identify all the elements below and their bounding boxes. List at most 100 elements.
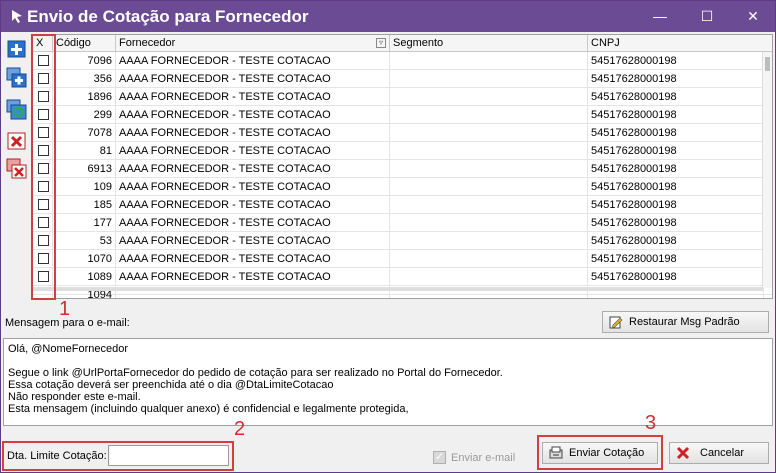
maximize-button[interactable]: ☐	[687, 1, 727, 32]
codigo-cell: 7096	[53, 52, 116, 70]
codigo-cell: 356	[53, 70, 116, 88]
message-line	[8, 355, 768, 367]
grid-header: X Código Fornecedor ▿ Segmento CNPJ	[33, 35, 772, 52]
cnpj-cell: 54517628000198	[588, 52, 764, 70]
title-bar[interactable]: Envio de Cotação para Fornecedor — ☐ ✕	[1, 1, 775, 32]
table-row[interactable]: 6913 AAAA FORNECEDOR - TESTE COTACAO 54517…	[33, 160, 772, 178]
codigo-cell: 53	[53, 232, 116, 250]
edit-document-icon	[609, 316, 623, 329]
fornecedor-cell: AAAA FORNECEDOR - TESTE COTACAO	[116, 250, 390, 268]
fornecedor-cell: AAAA FORNECEDOR - TESTE COTACAO	[116, 232, 390, 250]
restore-default-message-button[interactable]: Restaurar Msg Padrão	[602, 311, 769, 333]
table-row[interactable]: 7096 AAAA FORNECEDOR - TESTE COTACAO 54517…	[33, 52, 772, 70]
delete-all-icon[interactable]	[6, 158, 28, 180]
cancel-label: Cancelar	[700, 447, 745, 459]
fornecedor-cell: AAAA FORNECEDOR - TESTE COTACAO	[116, 124, 390, 142]
annotation-number-2: 2	[234, 418, 246, 440]
segmento-cell	[390, 214, 588, 232]
cnpj-cell: 54517628000198	[588, 268, 764, 286]
table-row[interactable]: 177 AAAA FORNECEDOR - TESTE COTACAO 545176…	[33, 214, 772, 232]
segmento-cell	[390, 124, 588, 142]
table-row[interactable]: 1089 AAAA FORNECEDOR - TESTE COTACAO 54517…	[33, 268, 772, 286]
codigo-cell: 109	[53, 178, 116, 196]
horizontal-scrollbar[interactable]	[33, 287, 763, 291]
fornecedor-cell: AAAA FORNECEDOR - TESTE COTACAO	[116, 88, 390, 106]
fornecedor-cell: AAAA FORNECEDOR - TESTE COTACAO	[116, 160, 390, 178]
codigo-cell: 1070	[53, 250, 116, 268]
segmento-cell	[390, 232, 588, 250]
table-row[interactable]: 109 AAAA FORNECEDOR - TESTE COTACAO 545176…	[33, 178, 772, 196]
table-row[interactable]: 1896 AAAA FORNECEDOR - TESTE COTACAO 54517…	[33, 88, 772, 106]
fornecedor-cell: AAAA FORNECEDOR - TESTE COTACAO	[116, 142, 390, 160]
column-header-cnpj[interactable]: CNPJ	[588, 35, 772, 52]
cnpj-cell: 54517628000198	[588, 70, 764, 88]
fornecedor-cell: AAAA FORNECEDOR - TESTE COTACAO	[116, 214, 390, 232]
codigo-cell: 177	[53, 214, 116, 232]
fornecedor-cell: AAAA FORNECEDOR - TESTE COTACAO	[116, 196, 390, 214]
side-toolbar	[3, 34, 29, 299]
message-line: Não responder este e-mail.	[8, 391, 141, 403]
delete-icon[interactable]	[6, 130, 28, 152]
send-email-label: Enviar e-mail	[451, 452, 516, 464]
restore-default-message-label: Restaurar Msg Padrão	[629, 316, 740, 328]
codigo-cell: 1896	[53, 88, 116, 106]
table-row[interactable]: 53 AAAA FORNECEDOR - TESTE COTACAO 5451762…	[33, 232, 772, 250]
cnpj-cell: 54517628000198	[588, 250, 764, 268]
window-title: Envio de Cotação para Fornecedor	[27, 7, 309, 26]
segmento-cell	[390, 196, 588, 214]
segmento-cell	[390, 52, 588, 70]
codigo-cell: 7078	[53, 124, 116, 142]
filter-icon[interactable]: ▿	[376, 38, 386, 48]
message-label: Mensagem para o e-mail:	[5, 317, 130, 329]
table-row[interactable]: 81 AAAA FORNECEDOR - TESTE COTACAO 5451762…	[33, 142, 772, 160]
deadline-date-input[interactable]	[108, 445, 229, 466]
vertical-scrollbar[interactable]	[762, 52, 772, 288]
table-row[interactable]: 299 AAAA FORNECEDOR - TESTE COTACAO 545176…	[33, 106, 772, 124]
table-row[interactable]: 7078 AAAA FORNECEDOR - TESTE COTACAO 54517…	[33, 124, 772, 142]
segmento-cell	[390, 106, 588, 124]
segmento-cell	[390, 160, 588, 178]
annotation-box-1	[31, 34, 56, 300]
app-icon	[12, 10, 22, 23]
column-header-segmento[interactable]: Segmento	[390, 35, 588, 52]
codigo-cell: 185	[53, 196, 116, 214]
minimize-button[interactable]: —	[640, 1, 680, 32]
close-button[interactable]: ✕	[733, 1, 773, 32]
add-icon[interactable]	[6, 38, 28, 60]
segmento-cell	[390, 88, 588, 106]
email-message-textarea[interactable]: Olá, @NomeFornecedor Segue o link @UrlPo…	[3, 338, 773, 426]
send-email-checkbox[interactable]: ✓	[433, 451, 446, 464]
column-header-fornecedor[interactable]: Fornecedor ▿	[116, 35, 390, 52]
add-multiple-icon[interactable]	[6, 67, 28, 89]
message-line: Essa cotação deverá ser preenchida até o…	[8, 379, 334, 391]
send-quote-button[interactable]: Enviar Cotação	[542, 442, 658, 464]
cnpj-cell: 54517628000198	[588, 124, 764, 142]
table-row[interactable]: 356 AAAA FORNECEDOR - TESTE COTACAO 545176…	[33, 70, 772, 88]
cancel-icon	[676, 446, 690, 460]
send-quote-label: Enviar Cotação	[569, 447, 645, 459]
codigo-cell: 299	[53, 106, 116, 124]
annotation-number-3: 3	[645, 412, 657, 434]
vertical-scrollbar-thumb[interactable]	[765, 57, 770, 71]
codigo-cell: 81	[53, 142, 116, 160]
quote-dialog-window: Envio de Cotação para Fornecedor — ☐ ✕ X…	[0, 0, 776, 473]
column-header-fornecedor-label: Fornecedor	[119, 37, 176, 49]
supplier-grid: X Código Fornecedor ▿ Segmento CNPJ 7096…	[32, 34, 773, 299]
segmento-cell	[390, 268, 588, 286]
cnpj-cell: 54517628000198	[588, 106, 764, 124]
refresh-icon[interactable]	[6, 99, 28, 121]
table-row[interactable]: 1070 AAAA FORNECEDOR - TESTE COTACAO 54517…	[33, 250, 772, 268]
cnpj-cell: 54517628000198	[588, 214, 764, 232]
cancel-button[interactable]: Cancelar	[669, 442, 769, 464]
fornecedor-cell: AAAA FORNECEDOR - TESTE COTACAO	[116, 70, 390, 88]
table-row[interactable]: 185 AAAA FORNECEDOR - TESTE COTACAO 545176…	[33, 196, 772, 214]
column-header-codigo[interactable]: Código	[53, 35, 116, 52]
message-line: Segue o link @UrlPortaFornecedor do pedi…	[8, 367, 503, 379]
codigo-cell: 6913	[53, 160, 116, 178]
segmento-cell	[390, 70, 588, 88]
codigo-cell: 1089	[53, 268, 116, 286]
cnpj-cell: 54517628000198	[588, 196, 764, 214]
cnpj-cell: 54517628000198	[588, 178, 764, 196]
fornecedor-cell: AAAA FORNECEDOR - TESTE COTACAO	[116, 268, 390, 286]
fornecedor-cell: AAAA FORNECEDOR - TESTE COTACAO	[116, 52, 390, 70]
